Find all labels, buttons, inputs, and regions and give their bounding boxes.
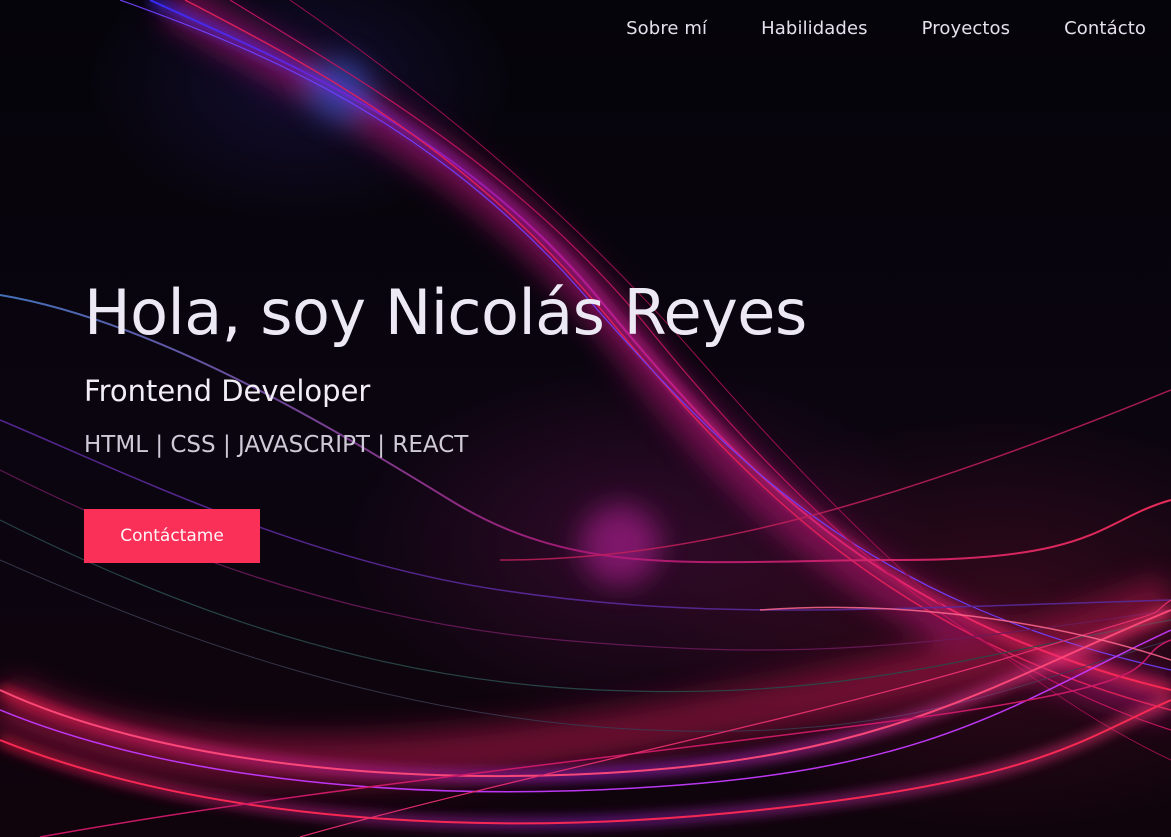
nav-link-proyectos[interactable]: Proyectos — [922, 18, 1011, 39]
portfolio-page: Sobre mí Habilidades Proyectos Contácto … — [0, 0, 1171, 837]
nav-link-sobre-mi[interactable]: Sobre mí — [626, 18, 707, 39]
hero-role: Frontend Developer — [84, 374, 371, 408]
hero-title: Hola, soy Nicolás Reyes — [84, 276, 807, 349]
nav-link-contacto[interactable]: Contácto — [1064, 18, 1146, 39]
main-navigation: Sobre mí Habilidades Proyectos Contácto — [626, 18, 1146, 39]
hero-section: Hola, soy Nicolás Reyes Frontend Develop… — [84, 274, 807, 460]
nav-link-habilidades[interactable]: Habilidades — [761, 18, 867, 39]
contact-me-button[interactable]: Contáctame — [84, 509, 260, 563]
hero-skills: HTML | CSS | JAVASCRIPT | REACT — [84, 432, 469, 458]
